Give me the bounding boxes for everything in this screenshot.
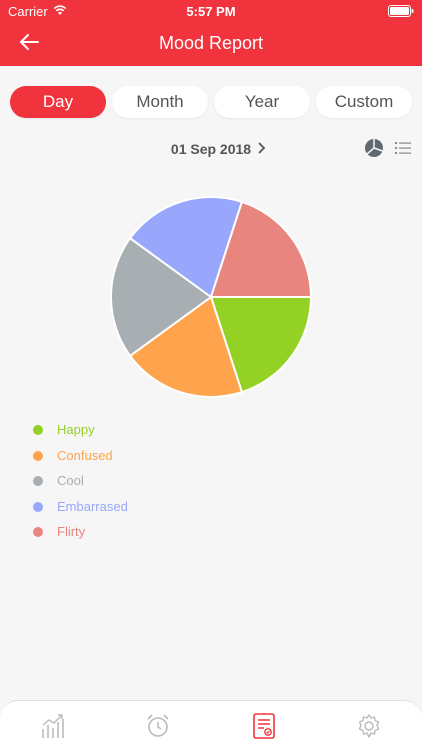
tab-year[interactable]: Year bbox=[214, 86, 310, 118]
pie-chart-icon[interactable] bbox=[364, 138, 384, 158]
legend-item-embarrased: Embarrased bbox=[33, 497, 293, 523]
legend-item-confused: Confused bbox=[33, 446, 293, 472]
tab-month[interactable]: Month bbox=[112, 86, 208, 118]
legend-dot bbox=[33, 425, 43, 435]
page-title: Mood Report bbox=[158, 33, 264, 53]
list-icon[interactable] bbox=[395, 140, 411, 156]
legend-dot bbox=[33, 527, 43, 537]
legend-item-cool: Cool bbox=[33, 471, 293, 497]
stats-chart-icon[interactable] bbox=[41, 713, 65, 739]
legend-label: Embarrased bbox=[57, 498, 128, 514]
legend-label: Happy bbox=[57, 422, 95, 437]
tab-day[interactable]: Day bbox=[10, 86, 106, 118]
legend-item-happy: Happy bbox=[33, 420, 293, 446]
chevron-right-icon[interactable] bbox=[258, 142, 266, 154]
date-label: 01 Sep 2018 bbox=[170, 141, 252, 157]
legend-item-flirty: Flirty bbox=[33, 522, 293, 548]
legend-dot bbox=[33, 476, 43, 486]
mood-pie-chart bbox=[110, 196, 313, 398]
period-tabs: Day Month Year Custom bbox=[10, 86, 412, 118]
date-row: 01 Sep 2018 bbox=[0, 138, 422, 160]
tab-custom[interactable]: Custom bbox=[316, 86, 412, 118]
legend-dot bbox=[33, 501, 43, 512]
alarm-clock-icon[interactable] bbox=[146, 713, 170, 739]
bottom-tab-bar bbox=[0, 700, 422, 750]
status-bar: Carrier 5:57 PM bbox=[0, 0, 422, 22]
battery-icon bbox=[388, 5, 414, 17]
settings-gear-icon[interactable] bbox=[357, 713, 381, 739]
legend-label: Confused bbox=[57, 447, 113, 463]
legend-label: Flirty bbox=[57, 524, 86, 539]
legend-dot bbox=[33, 450, 43, 461]
chart-legend: Happy Confused Cool Embarrased Flirty bbox=[33, 420, 293, 548]
app-header: Carrier 5:57 PM Mood Report bbox=[0, 0, 422, 66]
legend-label: Cool bbox=[57, 473, 84, 488]
report-document-icon[interactable] bbox=[252, 713, 276, 739]
status-time: 5:57 PM bbox=[186, 4, 236, 19]
